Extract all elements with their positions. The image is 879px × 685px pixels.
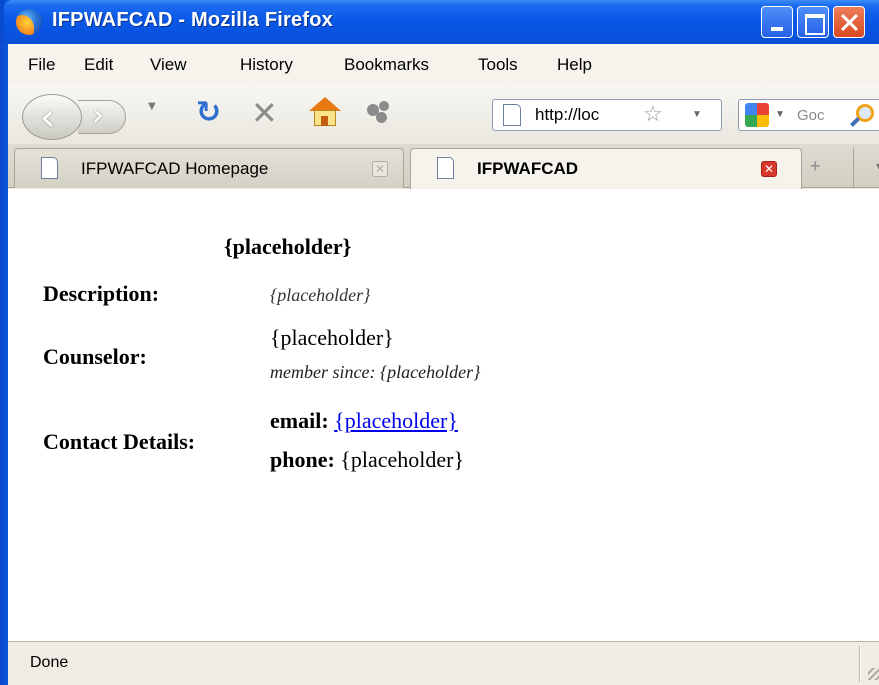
title-bar[interactable]: IFPWAFCAD - Mozilla Firefox [4,0,879,44]
browser-window: IFPWAFCAD - Mozilla Firefox File Edit Vi… [0,0,879,685]
tab-ifpwafcad[interactable]: IFPWAFCAD ✕ [410,148,802,189]
url-dropdown-icon[interactable]: ▼ [692,109,702,120]
status-divider [859,646,861,682]
menu-help[interactable]: Help [557,55,592,75]
description-label: Description: [43,281,160,306]
url-input[interactable]: http://loc [535,105,599,125]
description-value: {placeholder} [270,285,371,305]
email-row: email: {placeholder} [270,408,458,434]
menu-file[interactable]: File [28,55,55,75]
close-tab-icon[interactable]: ✕ [761,161,777,177]
reload-icon[interactable]: ↻ [196,95,221,130]
home-icon[interactable] [308,97,342,127]
window-title: IFPWAFCAD - Mozilla Firefox [52,9,333,31]
page-title: {placeholder} [224,234,352,259]
member-since-text: member since: {placeholder} [270,362,481,382]
search-icon[interactable] [856,104,874,122]
phone-row: phone: {placeholder} [270,447,464,473]
close-tab-icon[interactable]: ✕ [372,161,388,177]
phone-label: phone: [270,447,335,472]
tab-bar: IFPWAFCAD Homepage ✕ IFPWAFCAD ✕ + [8,144,879,189]
search-engine-dropdown-icon[interactable]: ▼ [775,109,785,120]
counselor-label: Counselor: [43,344,147,369]
url-bar[interactable]: http://loc ☆ ▼ [492,99,722,131]
page-icon [41,157,58,179]
tab-list-dropdown-icon[interactable] [853,148,879,188]
navigation-toolbar: ▼ ↻ ✕ http://loc ☆ ▼ ▼ Goc [8,86,879,144]
tab-label: IFPWAFCAD Homepage [81,159,269,178]
back-button[interactable] [22,94,82,140]
bookmark-star-icon[interactable]: ☆ [643,101,663,127]
page-content: {placeholder} Description: {placeholder}… [8,189,879,641]
status-text: Done [30,654,69,671]
page-icon [437,157,454,179]
menu-history[interactable]: History [240,55,293,75]
stop-icon[interactable]: ✕ [251,94,278,132]
counselor-name: {placeholder} [270,325,394,350]
new-tab-icon[interactable]: + [810,156,821,177]
contact-details-label: Contact Details: [43,429,196,454]
forward-button[interactable] [78,98,126,134]
tab-homepage[interactable]: IFPWAFCAD Homepage ✕ [14,148,404,188]
phone-value: {placeholder} [340,447,465,472]
menu-bar: File Edit View History Bookmarks Tools H… [8,44,879,86]
google-engine-icon[interactable] [745,103,769,127]
history-dropdown-icon[interactable]: ▼ [148,101,164,119]
page-icon [503,104,521,126]
resize-grip-icon[interactable] [868,668,879,680]
menu-edit[interactable]: Edit [84,55,113,75]
email-label: email: [270,408,329,433]
search-bar[interactable]: ▼ Goc [738,99,879,131]
firefox-logo-icon [16,9,42,35]
menu-view[interactable]: View [150,55,187,75]
tab-label: IFPWAFCAD [477,159,579,178]
email-link[interactable]: {placeholder} [334,408,458,433]
status-bar: Done [8,641,879,685]
minimize-button[interactable] [761,6,793,38]
browser-client-area: File Edit View History Bookmarks Tools H… [8,44,879,685]
menu-bookmarks[interactable]: Bookmarks [344,55,429,75]
search-input[interactable]: Goc [797,107,825,124]
extension-icon[interactable] [365,99,395,125]
maximize-button[interactable] [797,6,829,38]
close-window-button[interactable] [833,6,865,38]
menu-tools[interactable]: Tools [478,55,518,75]
